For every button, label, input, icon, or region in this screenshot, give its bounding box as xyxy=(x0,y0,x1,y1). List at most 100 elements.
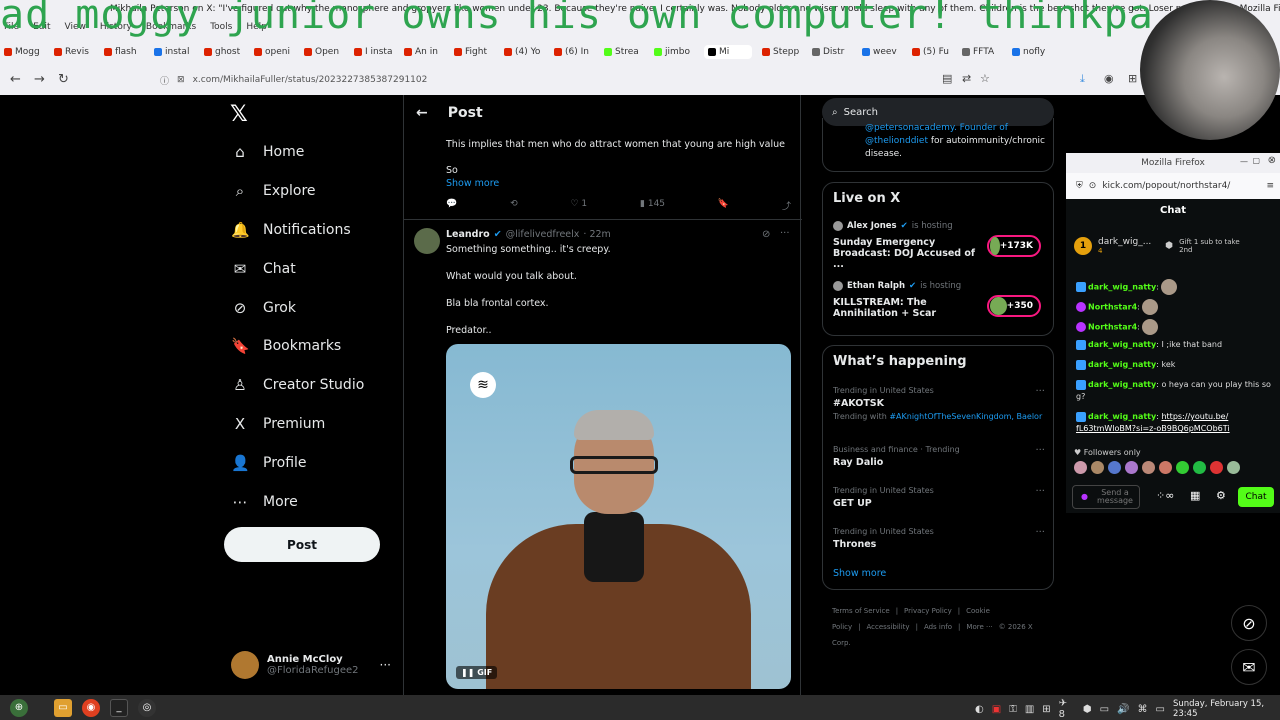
display-icon[interactable]: ▭ xyxy=(1100,704,1109,715)
start-menu-icon[interactable]: ⊕ xyxy=(10,698,28,717)
chat-username[interactable]: Northstar4 xyxy=(1088,323,1137,332)
browser-tab[interactable]: I insta xyxy=(354,47,394,57)
gift-leaderboard[interactable]: 1 dark_wig_... 4 ⬢ Gift 1 sub to take 2n… xyxy=(1074,231,1274,261)
sidebar-item-chat[interactable]: ✉ Chat xyxy=(231,260,296,278)
account-switcher[interactable]: Annie McCloy @FloridaRefugee2 ··· xyxy=(231,650,391,680)
emote-icon[interactable] xyxy=(1176,461,1189,474)
more-icon[interactable]: ··· xyxy=(1035,445,1045,456)
clock[interactable]: Sunday, February 15, 23:45 xyxy=(1173,699,1280,719)
obs-icon[interactable]: ◎ xyxy=(138,698,156,717)
browser-tab[interactable]: jimbo xyxy=(654,47,694,57)
bookmark-icon[interactable]: 🔖 xyxy=(718,199,729,212)
browser-tab[interactable]: (4) Yo xyxy=(504,47,544,57)
reader-icon[interactable]: ▤ xyxy=(942,72,952,85)
gif-media[interactable]: ≋ ❚❚ GIF xyxy=(446,344,791,689)
sidebar-item-profile[interactable]: 👤 Profile xyxy=(231,454,307,472)
url-bar[interactable]: ⓘ ⊠ x.com/MikhailaFuller/status/20232273… xyxy=(152,69,992,91)
show-more-link[interactable]: Show more xyxy=(833,568,886,579)
browser-tab[interactable]: (5) Fu xyxy=(912,47,952,57)
post-button[interactable]: Post xyxy=(224,527,380,562)
live-listener-count[interactable]: +173K xyxy=(987,235,1041,257)
emote-icon[interactable] xyxy=(1091,461,1104,474)
reply-icon[interactable]: 💬 xyxy=(446,199,457,212)
show-more-link[interactable]: Show more xyxy=(446,178,499,189)
browser-tab[interactable]: openi xyxy=(254,47,294,57)
translate-icon[interactable]: ⇄ xyxy=(962,72,971,85)
footer-link[interactable]: Ads info xyxy=(924,623,952,631)
reload-icon[interactable]: ↻ xyxy=(58,72,69,87)
emote-icon[interactable] xyxy=(1210,461,1223,474)
browser-tab[interactable]: flash xyxy=(104,47,144,57)
emote-icon[interactable] xyxy=(1193,461,1206,474)
chat-username[interactable]: dark_wig_natty xyxy=(1088,380,1156,389)
bio-link[interactable]: @thelionddiet xyxy=(865,136,928,146)
browser-tab[interactable]: (6) In xyxy=(554,47,594,57)
emote-icon[interactable] xyxy=(1074,461,1087,474)
more-icon[interactable]: ··· xyxy=(1035,486,1045,497)
chat-username[interactable]: dark_wig_natty xyxy=(1088,360,1156,369)
info-icon[interactable]: ⓘ xyxy=(160,74,169,87)
sidebar-item-bookmarks[interactable]: 🔖 Bookmarks xyxy=(231,337,341,355)
views-button[interactable]: ▮ 145 xyxy=(640,199,665,212)
more-icon[interactable]: ··· xyxy=(1035,386,1045,397)
like-button[interactable]: ♡ 1 xyxy=(570,199,587,212)
chat-username[interactable]: dark_wig_natty xyxy=(1088,412,1156,421)
browser-tab[interactable]: Strea xyxy=(604,47,644,57)
bookmark-star-icon[interactable]: ☆ xyxy=(980,72,990,85)
tray-app-icon[interactable]: ⊞ xyxy=(1042,704,1050,715)
sidebar-item-premium[interactable]: X Premium xyxy=(231,415,325,433)
firefox-icon[interactable]: ◉ xyxy=(82,698,100,717)
maximize-icon[interactable]: ▢ xyxy=(1252,156,1260,165)
emote-icon[interactable] xyxy=(1159,461,1172,474)
browser-tab[interactable]: nofly xyxy=(1012,47,1052,57)
extensions-icon[interactable]: ⊞ xyxy=(1128,72,1137,85)
back-arrow-icon[interactable]: ← xyxy=(416,105,428,121)
menu-icon[interactable]: ≡ xyxy=(1266,181,1274,191)
chat-message-input[interactable]: ● Send a message xyxy=(1072,485,1140,509)
chat-send-button[interactable]: Chat xyxy=(1238,487,1274,507)
live-item[interactable]: Alex Jones ✔ is hosting Sunday Emergency Br… xyxy=(833,221,1045,270)
emote-icon[interactable] xyxy=(1125,461,1138,474)
forward-icon[interactable]: → xyxy=(34,72,45,87)
grok-fab-icon[interactable]: ⊘ xyxy=(1231,605,1267,641)
browser-tab[interactable]: instal xyxy=(154,47,194,57)
kick-url-bar[interactable]: ⛨ ⊙ kick.com/popout/northstar4/ ≡ xyxy=(1066,173,1280,199)
sidebar-item-grok[interactable]: ⊘ Grok xyxy=(231,299,296,317)
footer-link[interactable]: More ··· xyxy=(966,623,992,631)
browser-tab[interactable]: Open xyxy=(304,47,344,57)
chat-username[interactable]: dark_wig_natty xyxy=(1088,340,1156,349)
sidebar-item-home[interactable]: ⌂ Home xyxy=(231,143,304,161)
terminal-icon[interactable]: _ xyxy=(110,698,128,717)
browser-tab[interactable]: Fight xyxy=(454,47,494,57)
more-icon[interactable]: ··· xyxy=(1035,527,1045,538)
browser-tab[interactable]: Mi xyxy=(704,45,752,59)
chat-username[interactable]: Northstar4 xyxy=(1088,303,1137,312)
chat-username[interactable]: dark_wig_natty xyxy=(1088,283,1156,292)
x-logo-icon[interactable]: 𝕏 xyxy=(230,102,248,127)
emote-icon[interactable] xyxy=(1227,461,1240,474)
tray-app-icon[interactable]: ▥ xyxy=(1025,704,1034,715)
sidebar-item-explore[interactable]: ⌕ Explore xyxy=(231,182,316,200)
sidebar-item-more[interactable]: ⋯ More xyxy=(231,493,298,511)
browser-tab[interactable]: ghost xyxy=(204,47,244,57)
retweet-icon[interactable]: ⟲ xyxy=(510,199,518,212)
tray-app-icon[interactable]: ⚿ xyxy=(1009,704,1017,715)
browser-tab[interactable]: An in xyxy=(404,47,444,57)
more-icon[interactable]: ··· xyxy=(380,658,391,672)
share-icon[interactable]: ⤴ xyxy=(782,199,791,212)
tray-notify[interactable]: ✈ 8 xyxy=(1059,698,1075,720)
sidebar-item-notifications[interactable]: 🔔 Notifications xyxy=(231,221,351,239)
trend-item[interactable]: Trending in United States #AKOTSK Trending… xyxy=(833,386,1045,421)
settings-icon[interactable]: ⚙ xyxy=(1216,489,1226,502)
emote-picker-icon[interactable]: ⁘∞ xyxy=(1156,489,1174,502)
emote-icon[interactable] xyxy=(1108,461,1121,474)
tray-app-icon[interactable]: ▣ xyxy=(992,704,1001,715)
footer-link[interactable]: Terms of Service xyxy=(832,607,890,615)
files-icon[interactable]: ▭ xyxy=(54,698,72,717)
browser-tab[interactable]: weev xyxy=(862,47,902,57)
trend-item[interactable]: Trending in United States Thrones ··· xyxy=(833,527,1045,550)
browser-tab[interactable]: Stepp xyxy=(762,47,802,57)
account-icon[interactable]: ◉ xyxy=(1104,72,1114,85)
footer-link[interactable]: Accessibility xyxy=(867,623,910,631)
reply-author[interactable]: Leandro xyxy=(446,229,490,240)
